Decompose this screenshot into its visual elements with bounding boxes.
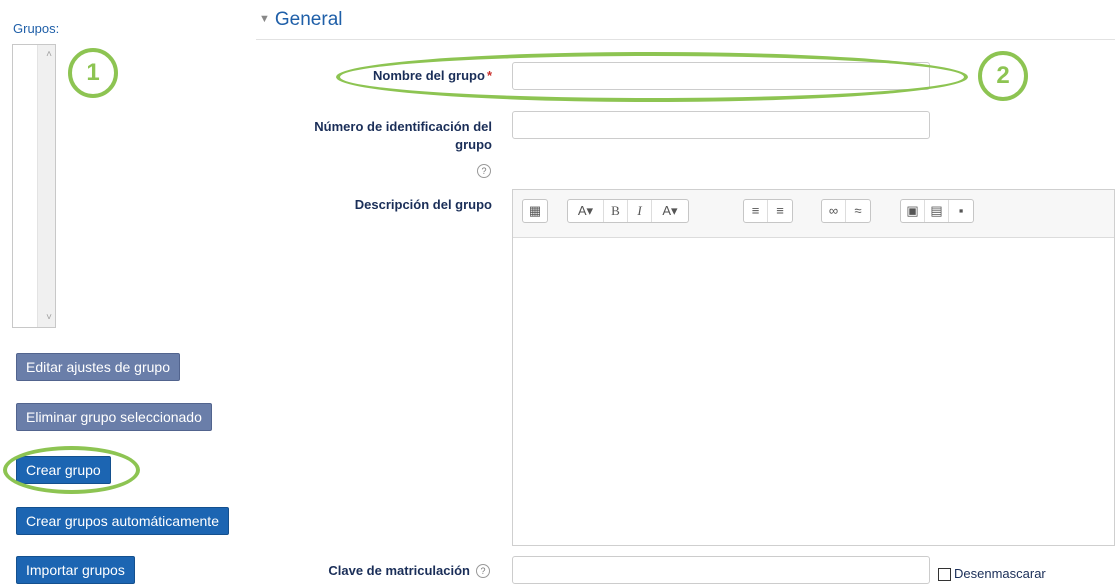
import-groups-button[interactable]: Importar grupos [16,556,135,584]
text-color-icon[interactable]: A▾ [652,200,688,222]
bullet-list-icon[interactable]: ≡ [744,200,768,222]
font-size-icon[interactable]: A▾ [568,200,604,222]
idnumber-label-line2: grupo [455,137,492,152]
highlight-oval-create-button [3,446,140,494]
group-description-label: Descripción del grupo [354,197,492,212]
media-icon[interactable]: ▤ [925,200,949,222]
bold-icon[interactable]: B [604,200,628,222]
link-icon[interactable]: ∞ [822,200,846,222]
section-divider [256,39,1115,40]
idnumber-help-icon[interactable]: ? [477,164,491,178]
scroll-down-icon[interactable]: ˅ [46,312,52,323]
edit-group-settings-button[interactable]: Editar ajustes de grupo [16,353,180,381]
toggle-toolbar-icon[interactable]: ▦ [523,200,547,222]
paste-icon[interactable]: ▪ [949,200,973,222]
enrolment-key-help-icon[interactable]: ? [476,564,490,578]
toolbar-group-3: ≡ ≡ [743,199,793,223]
collapse-icon[interactable]: ▼ [259,13,270,25]
groups-listbox[interactable]: ˄ ˅ [12,44,56,328]
toolbar-group-5: ▣ ▤ ▪ [900,199,974,223]
enrolment-key-label: Clave de matriculación [328,563,470,578]
description-editor[interactable]: ▦ A▾ B I A▾ ≡ ≡ ∞ ≈ ▣ ▤ ▪ [512,189,1115,546]
unlink-icon[interactable]: ≈ [846,200,870,222]
delete-selected-group-button[interactable]: Eliminar grupo seleccionado [16,403,212,431]
unmask-checkbox[interactable] [938,568,951,581]
editor-toolbar: ▦ A▾ B I A▾ ≡ ≡ ∞ ≈ ▣ ▤ ▪ [513,190,1114,238]
image-icon[interactable]: ▣ [901,200,925,222]
numbered-list-icon[interactable]: ≡ [768,200,792,222]
annotation-number-1: 1 [68,48,118,98]
general-section-title: General [274,9,343,30]
groups-label: Grupos: [13,21,60,36]
group-idnumber-input[interactable] [512,111,930,139]
italic-icon[interactable]: I [628,200,652,222]
idnumber-label-line1: Número de identificación del [314,119,492,134]
highlight-oval-name-field [336,52,968,102]
auto-create-groups-button[interactable]: Crear grupos automáticamente [16,507,229,535]
general-section-legend[interactable]: ▼ General [259,9,343,31]
unmask-label: Desenmascarar [954,566,1046,581]
scroll-up-icon[interactable]: ˄ [46,49,52,60]
toolbar-group-4: ∞ ≈ [821,199,871,223]
listbox-scrollbar[interactable]: ˄ ˅ [37,45,55,327]
toolbar-group-2: A▾ B I A▾ [567,199,689,223]
enrolment-key-input[interactable] [512,556,930,584]
annotation-number-2: 2 [978,51,1028,101]
toolbar-group-1: ▦ [522,199,548,223]
